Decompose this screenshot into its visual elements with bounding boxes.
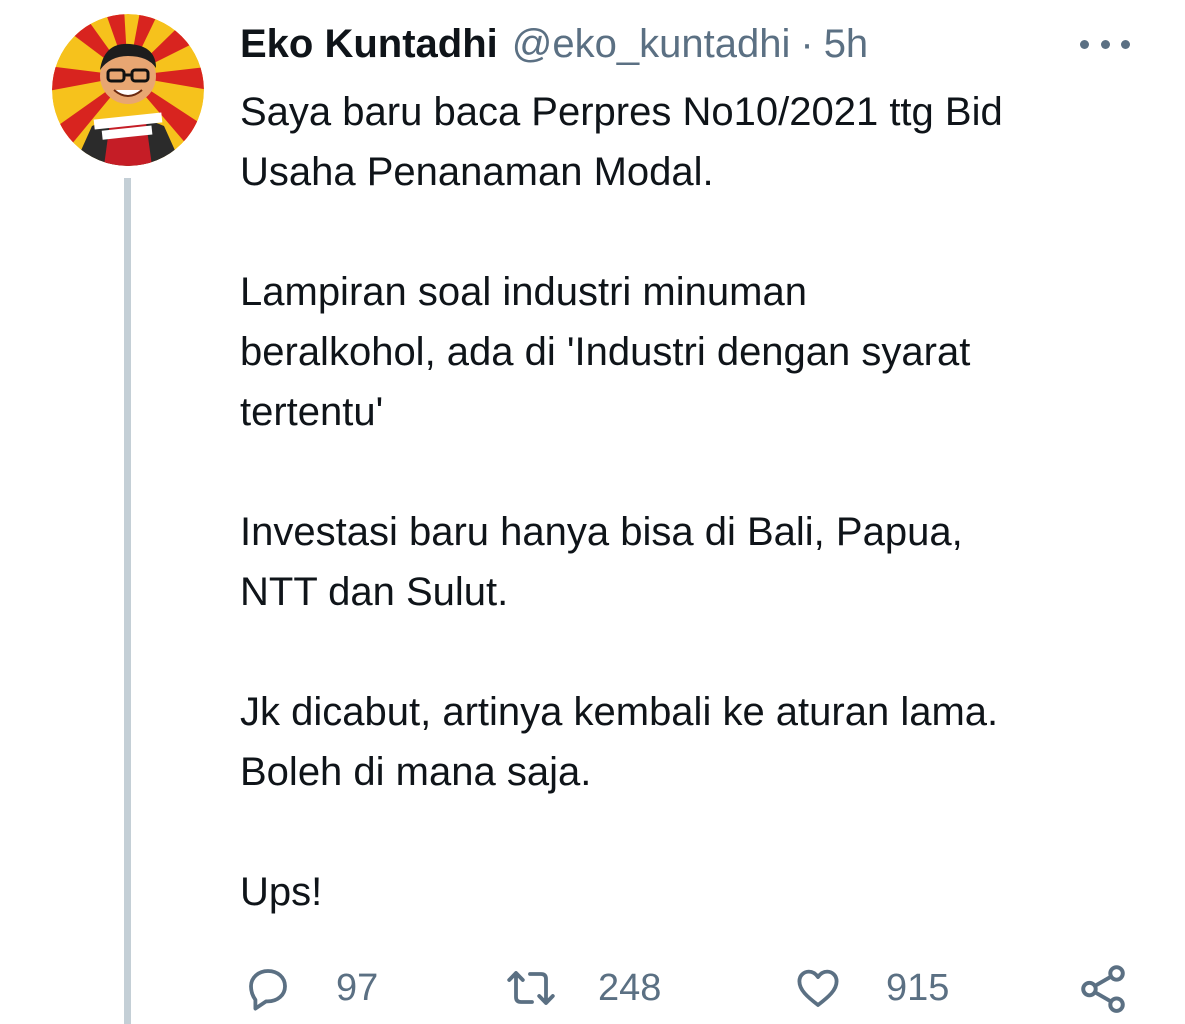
like-icon bbox=[797, 969, 839, 1007]
tweet[interactable]: Eko Kuntadhi @eko_kuntadhi · 5h Saya bar… bbox=[0, 0, 1185, 1024]
thread-line bbox=[124, 178, 131, 1024]
share-button[interactable] bbox=[1078, 958, 1128, 1018]
retweet-icon bbox=[507, 971, 555, 1005]
like-count: 915 bbox=[886, 966, 950, 1009]
share-icon bbox=[1081, 965, 1125, 1013]
separator-dot: · bbox=[800, 21, 814, 66]
retweet-button[interactable]: 248 bbox=[506, 958, 661, 1018]
tweet-paragraph: Ups! bbox=[240, 862, 1160, 922]
more-icon-dot bbox=[1121, 39, 1130, 49]
tweet-paragraph: Jk dicabut, artinya kembali ke aturan la… bbox=[240, 682, 1160, 802]
reply-count: 97 bbox=[336, 966, 379, 1009]
tweet-line: NTT dan Sulut. bbox=[240, 570, 509, 614]
tweet-paragraph: Saya baru baca Perpres No10/2021 ttg Bid… bbox=[240, 82, 1160, 202]
tweet-timestamp[interactable]: 5h bbox=[824, 22, 869, 67]
avatar[interactable] bbox=[52, 14, 204, 166]
like-button[interactable]: 915 bbox=[794, 958, 949, 1018]
tweet-line: Lampiran soal industri minuman bbox=[240, 270, 807, 314]
tweet-header: Eko Kuntadhi @eko_kuntadhi · 5h bbox=[240, 16, 868, 72]
tweet-line: Saya baru baca Perpres No10/2021 ttg Bid bbox=[240, 90, 1003, 134]
tweet-line: Jk dicabut, artinya kembali ke aturan la… bbox=[240, 690, 999, 734]
tweet-line: Usaha Penanaman Modal. bbox=[240, 150, 714, 194]
tweet-actions: 97 248 915 bbox=[240, 958, 1140, 1018]
tweet-line: Ups! bbox=[240, 870, 323, 914]
more-icon-dot bbox=[1100, 39, 1110, 49]
tweet-paragraph: Lampiran soal industri minuman beralkoho… bbox=[240, 262, 1160, 442]
more-options-button[interactable] bbox=[1080, 30, 1130, 58]
author-handle[interactable]: @eko_kuntadhi bbox=[512, 22, 791, 67]
avatar-image bbox=[52, 14, 204, 166]
reply-button[interactable]: 97 bbox=[244, 958, 378, 1018]
retweet-count: 248 bbox=[598, 966, 662, 1009]
more-icon bbox=[1080, 39, 1089, 49]
tweet-text: Saya baru baca Perpres No10/2021 ttg Bid… bbox=[240, 82, 1160, 922]
author-name[interactable]: Eko Kuntadhi bbox=[240, 22, 498, 67]
reply-icon bbox=[249, 969, 287, 1011]
tweet-line: tertentu' bbox=[240, 390, 384, 434]
tweet-line: Boleh di mana saja. bbox=[240, 750, 592, 794]
tweet-paragraph: Investasi baru hanya bisa di Bali, Papua… bbox=[240, 502, 1160, 622]
tweet-line: beralkohol, ada di 'Industri dengan syar… bbox=[240, 330, 971, 374]
tweet-line: Investasi baru hanya bisa di Bali, Papua… bbox=[240, 510, 963, 554]
